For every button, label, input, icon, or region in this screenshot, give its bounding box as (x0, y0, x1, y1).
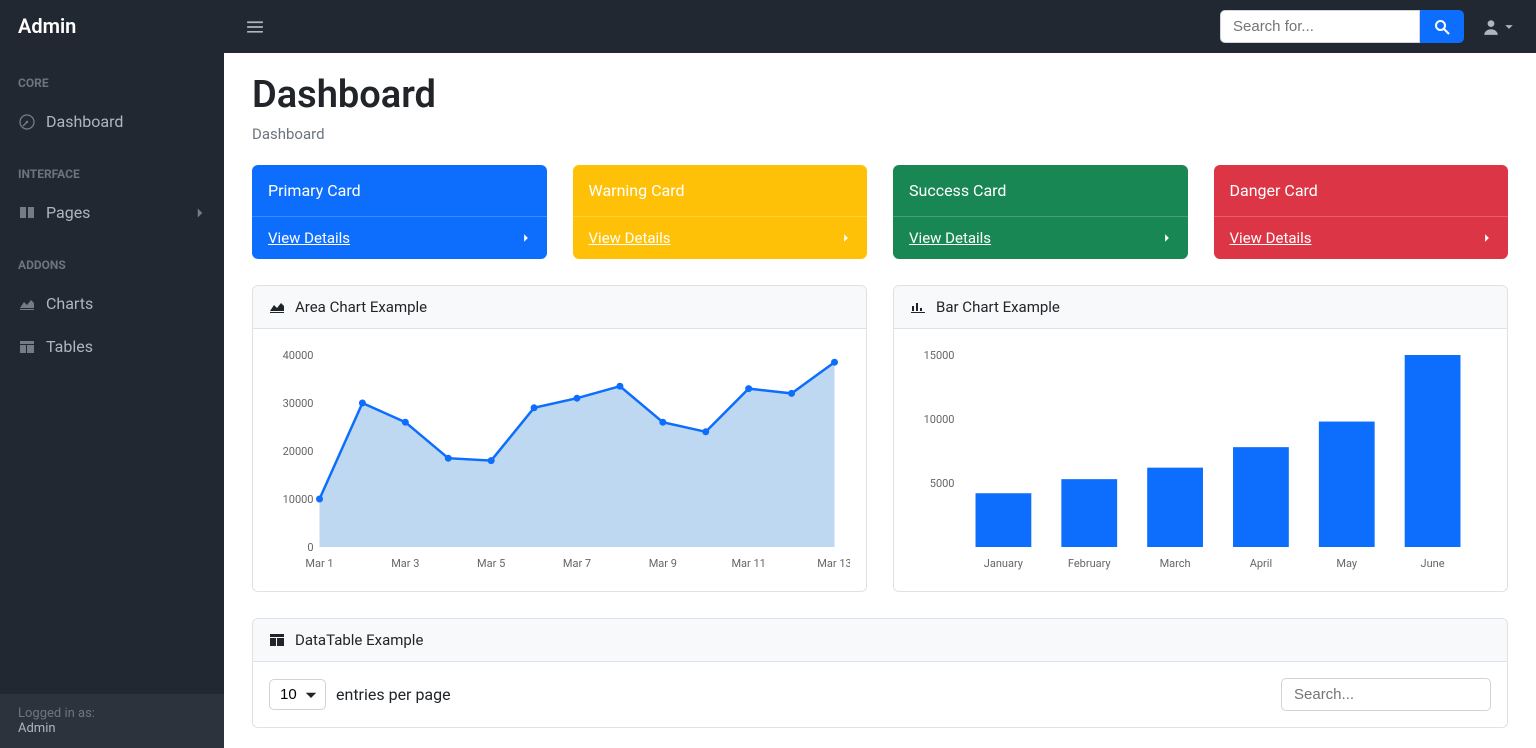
svg-text:May: May (1336, 557, 1358, 570)
svg-text:5000: 5000 (930, 477, 955, 490)
nav-heading-core: CORE (0, 52, 224, 100)
success-card: Success Card View Details (893, 165, 1188, 259)
dashboard-icon (18, 113, 36, 131)
nav-heading-interface: INTERFACE (0, 143, 224, 191)
table-icon (269, 632, 285, 648)
card-title: Warning Card (573, 165, 868, 216)
sidebar-item-dashboard[interactable]: Dashboard (0, 100, 224, 143)
caret-down-icon (1504, 22, 1514, 32)
view-details-link[interactable]: View Details (268, 229, 350, 247)
card-title: Danger Card (1214, 165, 1509, 216)
search-form (1220, 10, 1464, 43)
chevron-right-icon (841, 233, 851, 243)
chevron-right-icon (521, 233, 531, 243)
sidebar-item-label: Dashboard (46, 112, 123, 131)
view-details-link[interactable]: View Details (1230, 229, 1312, 247)
sidebar: Admin CORE Dashboard INTERFACE Pages ADD… (0, 0, 224, 748)
svg-text:Mar 1: Mar 1 (305, 557, 333, 570)
svg-text:Mar 11: Mar 11 (731, 557, 765, 570)
svg-text:Mar 13: Mar 13 (817, 557, 850, 570)
chevron-right-icon (194, 207, 206, 219)
chart-area-icon (269, 299, 285, 315)
svg-text:10000: 10000 (283, 493, 314, 506)
brand: Admin (0, 0, 224, 52)
area-chart: 0 10000 20000 30000 40000 Mar 1 Mar 3 Mar 5 Mar … (269, 345, 850, 575)
card-header-title: DataTable Example (295, 631, 423, 649)
area-chart-card: Area Chart Example 0 10000 20000 30000 40000… (252, 285, 867, 592)
nav-heading-addons: ADDONS (0, 234, 224, 282)
chevron-right-icon (1162, 233, 1172, 243)
sidebar-item-label: Charts (46, 294, 93, 313)
breadcrumb: Dashboard (252, 125, 1508, 143)
svg-text:April: April (1250, 557, 1272, 570)
sidebar-footer: Logged in as: Admin (0, 694, 224, 748)
svg-text:30000: 30000 (283, 397, 314, 410)
topbar (224, 0, 1536, 53)
entries-select[interactable]: 10 (269, 679, 326, 710)
user-icon (1482, 18, 1500, 36)
card-header-title: Bar Chart Example (936, 298, 1060, 316)
svg-text:10000: 10000 (924, 413, 955, 426)
sidebar-item-charts[interactable]: Charts (0, 282, 224, 325)
svg-text:February: February (1068, 557, 1112, 570)
warning-card: Warning Card View Details (573, 165, 868, 259)
sidebar-item-pages[interactable]: Pages (0, 191, 224, 234)
book-icon (18, 204, 36, 222)
table-search-input[interactable] (1281, 678, 1491, 711)
user-menu[interactable] (1476, 12, 1520, 42)
svg-text:40000: 40000 (283, 349, 314, 362)
entries-label: entries per page (336, 685, 451, 704)
search-button[interactable] (1420, 10, 1464, 43)
search-icon (1434, 19, 1450, 35)
datatable-card: DataTable Example 10 entries per page (252, 618, 1508, 728)
svg-text:June: June (1421, 557, 1445, 570)
logged-in-user: Admin (18, 721, 56, 736)
sidebar-item-tables[interactable]: Tables (0, 325, 224, 368)
chart-area-icon (18, 295, 36, 313)
danger-card: Danger Card View Details (1214, 165, 1509, 259)
view-details-link[interactable]: View Details (589, 229, 671, 247)
sidebar-item-label: Pages (46, 203, 90, 222)
search-input[interactable] (1220, 10, 1420, 43)
chart-bar-icon (910, 299, 926, 315)
sidebar-item-label: Tables (46, 337, 93, 356)
view-details-link[interactable]: View Details (909, 229, 991, 247)
page-title: Dashboard (252, 73, 1508, 117)
logged-in-label: Logged in as: (18, 706, 206, 721)
card-header-title: Area Chart Example (295, 298, 427, 316)
primary-card: Primary Card View Details (252, 165, 547, 259)
card-title: Success Card (893, 165, 1188, 216)
chevron-right-icon (1482, 233, 1492, 243)
svg-text:Mar 7: Mar 7 (563, 557, 591, 570)
svg-text:Mar 5: Mar 5 (477, 557, 505, 570)
svg-text:20000: 20000 (283, 445, 314, 458)
sidebar-toggle-button[interactable] (240, 12, 270, 42)
table-icon (18, 338, 36, 356)
svg-text:March: March (1160, 557, 1191, 570)
svg-text:Mar 3: Mar 3 (391, 557, 419, 570)
bar-chart-card: Bar Chart Example 5000 10000 15000 January F… (893, 285, 1508, 592)
svg-text:0: 0 (307, 541, 313, 554)
svg-text:15000: 15000 (924, 349, 955, 362)
svg-text:January: January (984, 557, 1024, 570)
content: Dashboard Dashboard Primary Card View De… (224, 53, 1536, 748)
card-title: Primary Card (252, 165, 547, 216)
svg-text:Mar 9: Mar 9 (649, 557, 677, 570)
bar-chart: 5000 10000 15000 January February March April M… (910, 345, 1491, 575)
